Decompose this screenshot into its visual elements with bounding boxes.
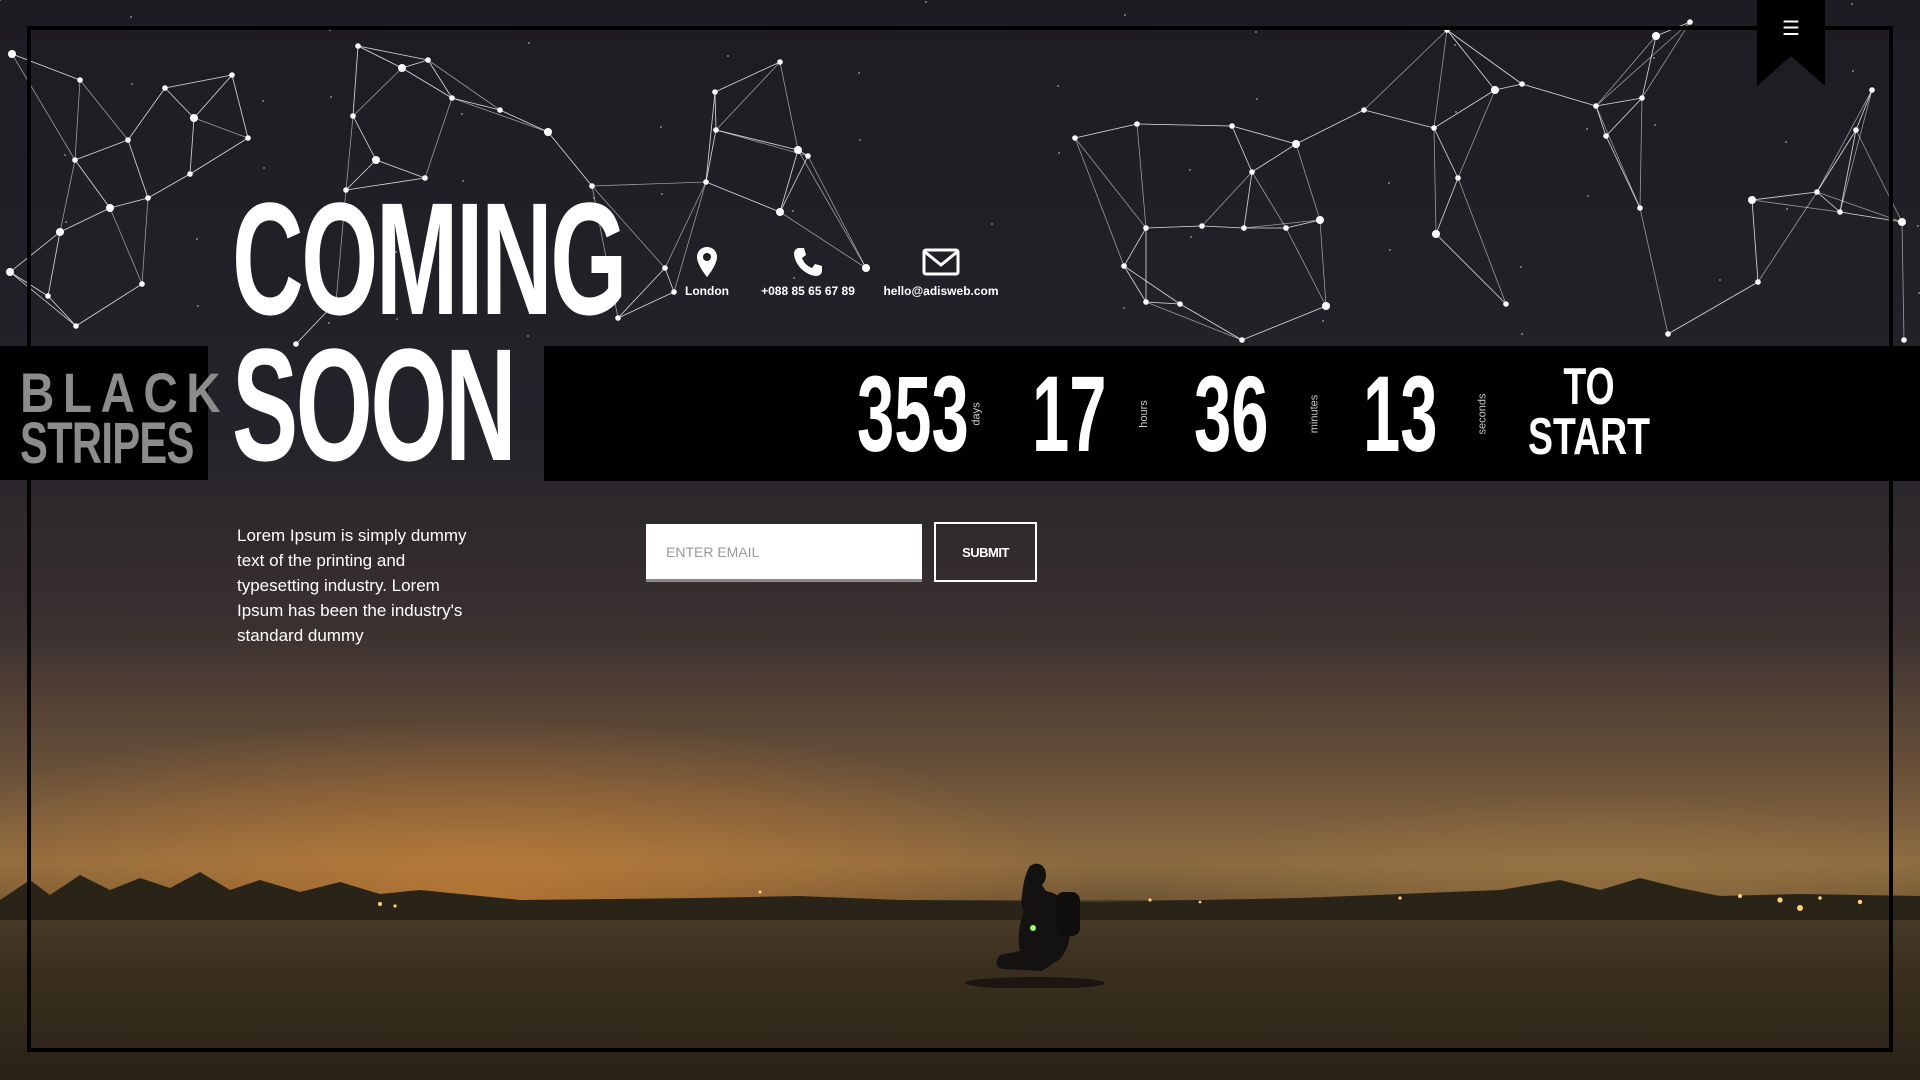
- email-input[interactable]: [646, 524, 922, 582]
- countdown-to-start: TO START: [1528, 358, 1651, 466]
- countdown-seconds-label: seconds: [1476, 393, 1489, 435]
- menu-tab: [1757, 0, 1825, 86]
- hamburger-icon[interactable]: ☰: [1780, 19, 1802, 39]
- countdown-seconds-value: 13: [1363, 353, 1438, 474]
- contact-phone: +088 85 65 67 89: [758, 246, 858, 298]
- contact-location: London: [667, 246, 747, 298]
- phone-icon: [794, 248, 822, 276]
- submit-button[interactable]: SUBMIT: [934, 522, 1037, 582]
- to-start-line-2: START: [1528, 408, 1651, 466]
- countdown-minutes-label: minutes: [1308, 394, 1321, 434]
- to-start-line-1: TO: [1563, 358, 1615, 416]
- countdown-hours-label: hours: [1137, 400, 1150, 428]
- logo[interactable]: BLACK STRIPES: [0, 346, 221, 480]
- countdown-days-value: 353: [857, 353, 969, 474]
- countdown-days-label: days: [970, 402, 983, 426]
- hero-heading: COMING SOON: [232, 169, 627, 494]
- contact-phone-label: +088 85 65 67 89: [761, 284, 855, 298]
- countdown-hours-value: 17: [1032, 353, 1107, 474]
- countdown-minutes-value: 36: [1194, 353, 1269, 474]
- description-text: Lorem Ipsum is simply dummy text of the …: [237, 526, 467, 645]
- contact-email-label[interactable]: hello@adisweb.com: [880, 284, 1002, 298]
- seated-person-silhouette: [965, 863, 1105, 988]
- hero-heading-line-2: SOON: [232, 315, 517, 494]
- contact-email: hello@adisweb.com: [880, 246, 1002, 298]
- contact-location-label: London: [685, 284, 729, 298]
- hero-heading-line-1: COMING: [232, 169, 627, 348]
- envelope-icon: [922, 248, 960, 276]
- logo-line-2: STRIPES: [20, 411, 194, 476]
- map-pin-icon: [697, 247, 717, 277]
